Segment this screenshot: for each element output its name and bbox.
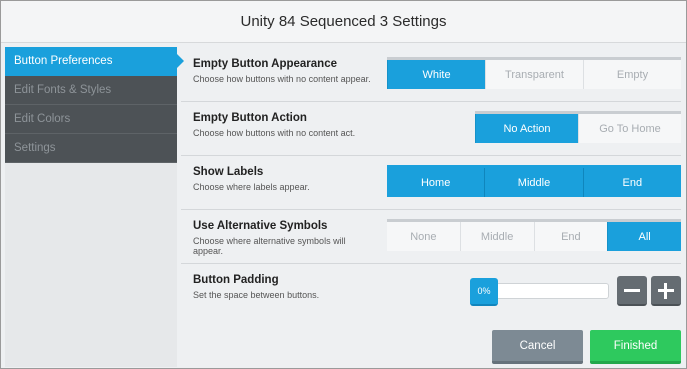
option-transparent[interactable]: Transparent bbox=[485, 60, 583, 89]
sidebar-item-edit-fonts-styles[interactable]: Edit Fonts & Styles bbox=[5, 76, 177, 105]
option-empty[interactable]: Empty bbox=[583, 60, 681, 89]
setting-title: Show Labels bbox=[193, 166, 264, 178]
decrease-padding-button[interactable] bbox=[617, 276, 647, 306]
option-no-action[interactable]: No Action bbox=[475, 114, 578, 143]
option-white[interactable]: White bbox=[387, 60, 485, 89]
setting-description: Choose where labels appear. bbox=[193, 182, 310, 192]
setting-title: Empty Button Action bbox=[193, 112, 307, 124]
padding-title: Button Padding bbox=[193, 274, 279, 286]
sidebar-item-edit-colors[interactable]: Edit Colors bbox=[5, 105, 177, 134]
option-middle[interactable]: Middle bbox=[459, 222, 534, 251]
option-go-to-home[interactable]: Go To Home bbox=[578, 114, 681, 143]
cancel-button[interactable]: Cancel bbox=[492, 330, 583, 364]
setting-row-empty-appearance: Empty Button Appearance Choose how butto… bbox=[181, 47, 681, 102]
empty-action-selector: No Action Go To Home bbox=[475, 111, 681, 143]
setting-description-line1: Choose where alternative symbols will bbox=[193, 236, 346, 246]
setting-row-empty-action: Empty Button Action Choose how buttons w… bbox=[181, 102, 681, 156]
setting-description: Choose how buttons with no content appea… bbox=[193, 74, 371, 84]
settings-panel: Empty Button Appearance Choose how butto… bbox=[181, 47, 684, 367]
sidebar-item-settings[interactable]: Settings bbox=[5, 134, 177, 163]
setting-title: Empty Button Appearance bbox=[193, 58, 337, 70]
option-all[interactable]: All bbox=[607, 222, 681, 251]
increase-padding-button[interactable] bbox=[651, 276, 681, 306]
settings-window: Unity 84 Sequenced 3 Settings Button Pre… bbox=[0, 0, 687, 369]
option-home[interactable]: Home bbox=[387, 168, 485, 197]
setting-description-line2: appear. bbox=[193, 246, 224, 256]
padding-description: Set the space between buttons. bbox=[193, 290, 320, 300]
setting-row-alt-symbols: Use Alternative Symbols Choose where alt… bbox=[181, 210, 681, 264]
setting-row-show-labels: Show Labels Choose where labels appear. … bbox=[181, 156, 681, 210]
option-none[interactable]: None bbox=[387, 222, 460, 251]
sidebar-item-button-preferences[interactable]: Button Preferences bbox=[5, 47, 184, 76]
empty-appearance-selector: White Transparent Empty bbox=[387, 57, 681, 89]
padding-slider-handle[interactable]: 0% bbox=[470, 278, 498, 306]
setting-title: Use Alternative Symbols bbox=[193, 220, 328, 232]
option-end[interactable]: End bbox=[582, 168, 681, 197]
window-title: Unity 84 Sequenced 3 Settings bbox=[1, 1, 686, 43]
option-middle[interactable]: Middle bbox=[484, 168, 583, 197]
setting-description: Choose how buttons with no content act. bbox=[193, 128, 356, 138]
alt-symbols-selector: None Middle End All bbox=[387, 219, 681, 251]
finished-button[interactable]: Finished bbox=[590, 330, 681, 364]
sidebar: Button Preferences Edit Fonts & Styles E… bbox=[5, 47, 184, 367]
option-end[interactable]: End bbox=[533, 222, 608, 251]
show-labels-selector: Home Middle End bbox=[387, 165, 681, 197]
